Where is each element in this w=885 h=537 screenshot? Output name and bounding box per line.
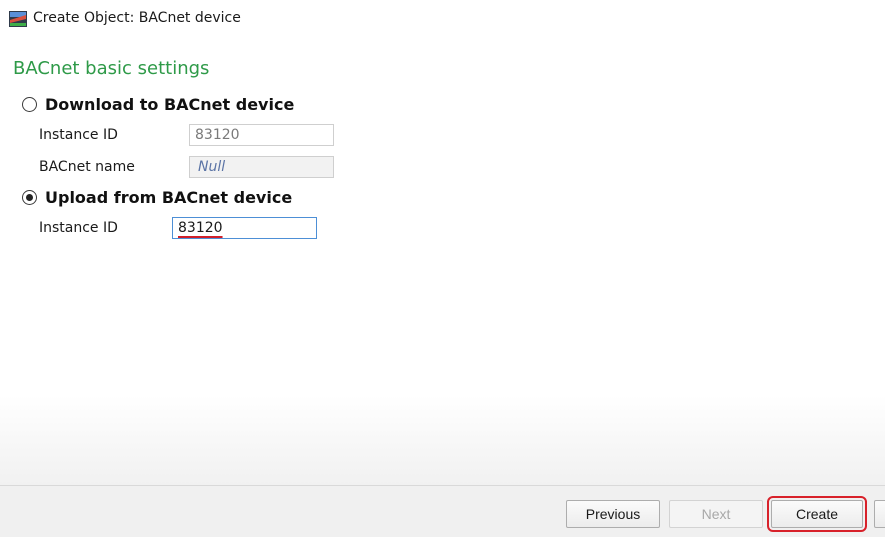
create-object-dialog: Create Object: BACnet device BACnet basi… <box>0 0 885 537</box>
download-radio-option[interactable]: Download to BACnet device <box>22 94 294 114</box>
upload-radio-label: Upload from BACnet device <box>45 187 293 207</box>
create-button[interactable]: Create <box>767 496 867 532</box>
window-title: Create Object: BACnet device <box>33 10 241 26</box>
bacnet-device-icon <box>9 11 27 27</box>
cancel-button-partial[interactable] <box>874 500 885 528</box>
section-title: BACnet basic settings <box>13 58 210 79</box>
download-radio-label: Download to BACnet device <box>45 94 295 114</box>
upload-radio-button[interactable] <box>22 189 37 205</box>
download-radio-button[interactable] <box>22 96 37 112</box>
upload-instance-id-label: Instance ID <box>39 220 118 236</box>
previous-button[interactable]: Previous <box>566 500 660 528</box>
upload-instance-id-value: 83120 <box>178 220 223 236</box>
button-bar: Previous Next Create <box>0 485 885 537</box>
download-instance-id-field[interactable]: 83120 <box>189 124 334 146</box>
bacnet-name-label: BACnet name <box>39 159 135 175</box>
upload-instance-id-input[interactable]: 83120 <box>172 217 317 239</box>
download-instance-id-label: Instance ID <box>39 127 118 143</box>
content-fade <box>0 395 885 485</box>
bacnet-name-field[interactable]: Null <box>189 156 334 178</box>
next-button[interactable]: Next <box>669 500 763 528</box>
title-bar: Create Object: BACnet device <box>0 0 885 40</box>
upload-radio-option[interactable]: Upload from BACnet device <box>22 187 292 207</box>
